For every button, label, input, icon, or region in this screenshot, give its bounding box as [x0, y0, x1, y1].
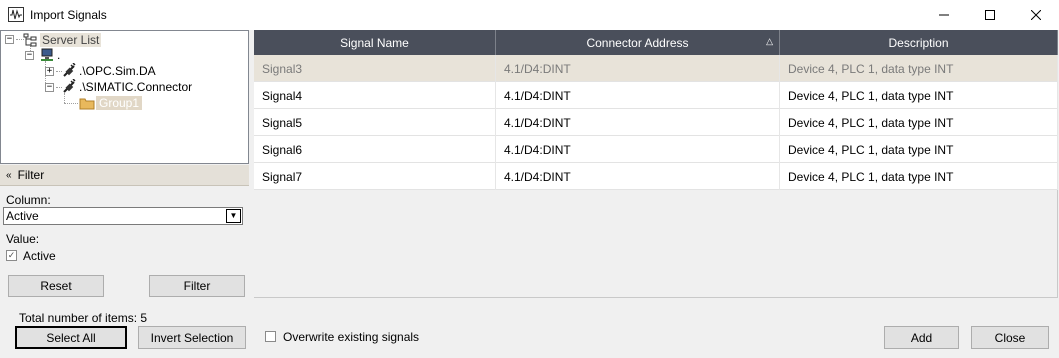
cell-signal-name: Signal6	[254, 136, 496, 163]
invert-selection-button[interactable]: Invert Selection	[138, 326, 246, 349]
signals-grid[interactable]: Signal Name Connector Address △ Descript…	[254, 30, 1058, 298]
dropdown-arrow-icon[interactable]: ▼	[226, 209, 241, 223]
column-header-label: Description	[888, 35, 949, 50]
tree-node-opc-sim-da[interactable]: .\OPC.Sim.DA	[61, 63, 156, 79]
reset-button[interactable]: Reset	[8, 275, 104, 297]
tree-line	[64, 103, 78, 104]
computer-icon	[41, 48, 53, 61]
tree-node-label: Server List	[40, 33, 102, 47]
table-row[interactable]: Signal6 4.1/D4:DINT Device 4, PLC 1, dat…	[254, 136, 1058, 163]
expand-toggle-computer[interactable]: −	[25, 51, 34, 60]
table-row[interactable]: Signal3 4.1/D4:DINT Device 4, PLC 1, dat…	[254, 55, 1058, 82]
minimize-icon	[939, 14, 949, 16]
column-select-value: Active	[6, 209, 39, 223]
column-select[interactable]: Active ▼	[3, 207, 243, 225]
server-tree[interactable]: − Server List − . + .\OPC.Sim.DA − .\SIM…	[0, 30, 249, 164]
window-title: Import Signals	[30, 8, 107, 22]
overwrite-checkbox[interactable]	[265, 331, 276, 342]
cell-signal-name: Signal4	[254, 82, 496, 109]
tree-node-group1[interactable]: Group1	[79, 95, 143, 111]
tree-node-label: .	[57, 48, 61, 62]
tree-node-server-list[interactable]: Server List	[23, 32, 102, 48]
filter-header-label: Filter	[17, 168, 45, 182]
expand-toggle-simatic[interactable]: −	[45, 83, 54, 92]
cell-description: Device 4, PLC 1, data type INT	[780, 163, 1058, 190]
cell-signal-name: Signal7	[254, 163, 496, 190]
value-label: Value:	[6, 232, 40, 246]
column-header-connector-address[interactable]: Connector Address △	[496, 30, 780, 55]
cell-description: Device 4, PLC 1, data type INT	[780, 55, 1058, 82]
collapse-chevron-icon: «	[6, 169, 12, 181]
cell-connector-address: 4.1/D4:DINT	[496, 109, 780, 136]
close-window-button[interactable]	[1013, 0, 1059, 30]
cell-connector-address: 4.1/D4:DINT	[496, 55, 780, 82]
table-row[interactable]: Signal4 4.1/D4:DINT Device 4, PLC 1, dat…	[254, 82, 1058, 109]
tree-node-label: .\OPC.Sim.DA	[79, 64, 156, 78]
column-header-label: Signal Name	[340, 35, 409, 50]
tree-node-simatic-connector[interactable]: .\SIMATIC.Connector	[61, 79, 192, 95]
cell-description: Device 4, PLC 1, data type INT	[780, 136, 1058, 163]
tree-node-computer[interactable]: .	[40, 47, 60, 63]
column-header-signal-name[interactable]: Signal Name	[254, 30, 496, 55]
column-header-description[interactable]: Description	[780, 30, 1058, 55]
table-row[interactable]: Signal7 4.1/D4:DINT Device 4, PLC 1, dat…	[254, 163, 1058, 190]
expand-toggle-root[interactable]: −	[5, 35, 14, 44]
cell-description: Device 4, PLC 1, data type INT	[780, 109, 1058, 136]
select-all-button[interactable]: Select All	[15, 326, 127, 349]
minimize-button[interactable]	[921, 0, 967, 30]
signal-wave-icon	[8, 7, 24, 22]
cell-connector-address: 4.1/D4:DINT	[496, 82, 780, 109]
cell-connector-address: 4.1/D4:DINT	[496, 163, 780, 190]
server-list-icon	[23, 33, 37, 47]
expand-toggle-opc-sim[interactable]: +	[45, 67, 54, 76]
tree-node-label: Group1	[96, 96, 143, 110]
plug-connector-icon	[63, 63, 76, 77]
close-button[interactable]: Close	[971, 326, 1049, 349]
footer-bar: Total number of items: 5 Select All Inve…	[0, 298, 1059, 358]
maximize-button[interactable]	[967, 0, 1013, 30]
folder-icon	[79, 98, 95, 109]
maximize-icon	[985, 10, 995, 20]
add-button[interactable]: Add	[884, 326, 959, 349]
overwrite-checkbox-label: Overwrite existing signals	[283, 330, 420, 344]
table-row[interactable]: Signal5 4.1/D4:DINT Device 4, PLC 1, dat…	[254, 109, 1058, 136]
plug-connector-icon	[63, 79, 76, 93]
cell-signal-name: Signal5	[254, 109, 496, 136]
column-label: Column:	[6, 193, 51, 207]
sort-ascending-icon: △	[766, 36, 773, 46]
tree-node-label: .\SIMATIC.Connector	[79, 80, 193, 94]
close-icon	[1031, 10, 1041, 20]
title-bar: Import Signals	[0, 0, 1059, 30]
active-checkbox[interactable]: ✓	[6, 250, 17, 261]
filter-button[interactable]: Filter	[149, 275, 245, 297]
active-checkbox-label: Active	[23, 249, 56, 263]
grid-header: Signal Name Connector Address △ Descript…	[254, 30, 1058, 55]
cell-connector-address: 4.1/D4:DINT	[496, 136, 780, 163]
cell-signal-name: Signal3	[254, 55, 496, 82]
column-header-label: Connector Address	[586, 35, 689, 50]
total-items-label: Total number of items: 5	[19, 311, 148, 325]
filter-section-header[interactable]: « Filter	[0, 165, 249, 186]
cell-description: Device 4, PLC 1, data type INT	[780, 82, 1058, 109]
